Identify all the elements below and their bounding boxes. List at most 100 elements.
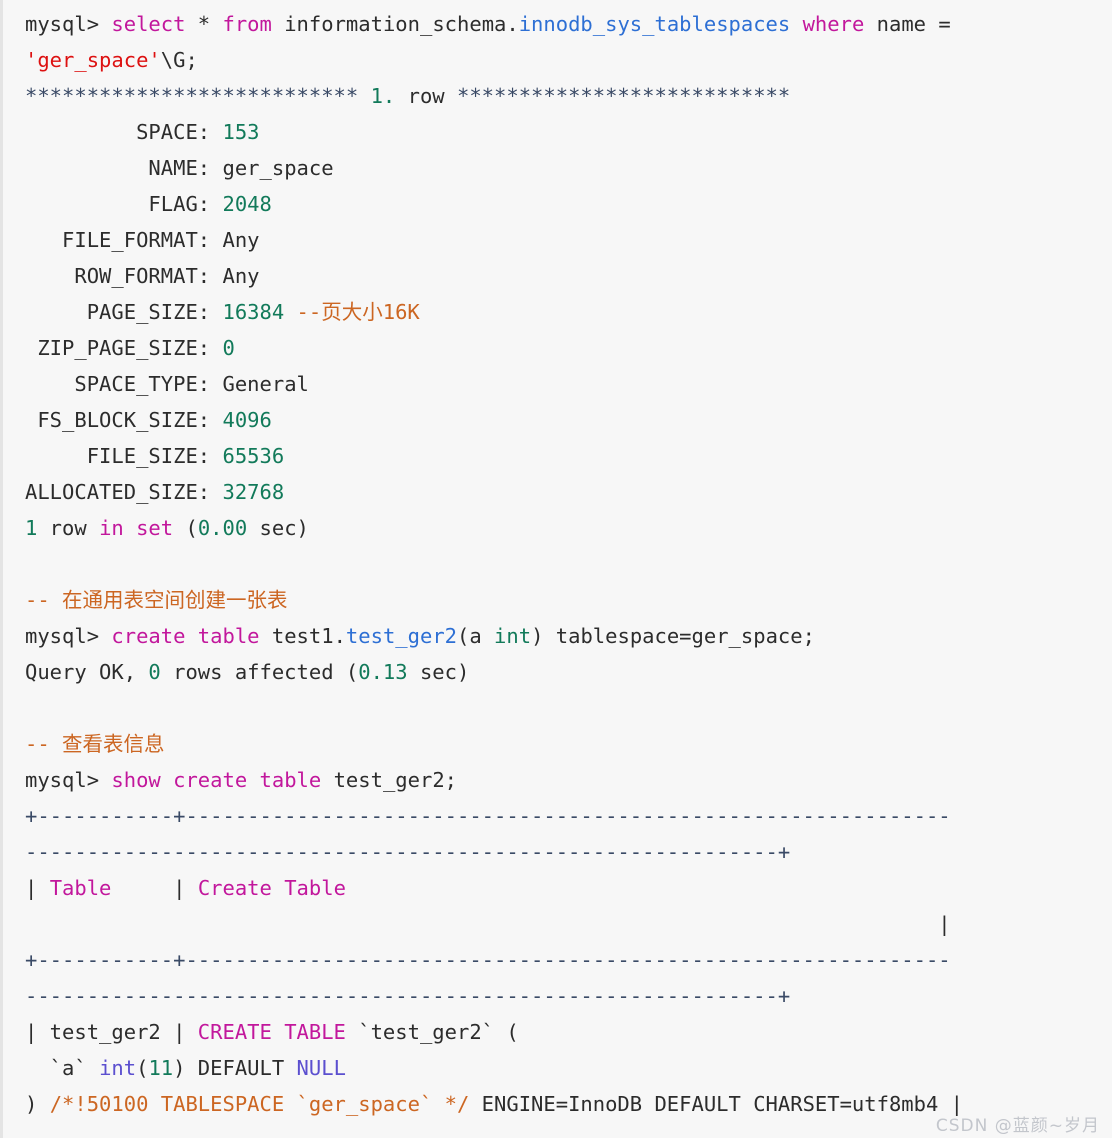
comment-create-table-in-general-tablespace: -- 在通用表空间创建一张表 [25, 582, 1112, 618]
sql-query-line-1: mysql> select * from information_schema.… [25, 6, 1112, 42]
ddl-column-name: `a` [25, 1056, 100, 1080]
field-row-flag: FLAG: 2048 [25, 186, 1112, 222]
ascii-separator: ----------------------------------------… [25, 840, 791, 864]
comment-view-table-info: -- 查看表信息 [25, 726, 1112, 762]
row-number: 1. [370, 84, 396, 108]
ascii-separator: +-----------+---------------------------… [25, 804, 951, 828]
table-identifier: innodb_sys_tablespaces [518, 12, 791, 36]
column-type-int: int [494, 624, 532, 648]
field-label-row-format: ROW_FORMAT: [25, 264, 223, 288]
field-label-zip-page-size: ZIP_PAGE_SIZE: [25, 336, 223, 360]
mysql-terminal-output: mysql> select * from information_schema.… [0, 0, 1112, 1138]
keyword-from: from [222, 12, 272, 36]
field-row-fs-block-size: FS_BLOCK_SIZE: 4096 [25, 402, 1112, 438]
star-selector: * [185, 12, 223, 36]
prompt-label: mysql> [25, 12, 112, 36]
table-border-top-part1: +-----------+---------------------------… [25, 798, 1112, 834]
table-border-mid-part2: ----------------------------------------… [25, 978, 1112, 1014]
field-row-space-type: SPACE_TYPE: General [25, 366, 1112, 402]
keyword-where: where [802, 12, 865, 36]
field-label-file-size: FILE_SIZE: [25, 444, 223, 468]
comment-text: -- 在通用表空间创建一张表 [25, 588, 288, 612]
column-header-table: Table [49, 876, 112, 900]
field-label-allocated-size: ALLOCATED_SIZE: [25, 480, 223, 504]
inline-comment-page-size: --页大小16K [284, 300, 420, 324]
table-data-row-2: `a` int(11) DEFAULT NULL [25, 1050, 1112, 1086]
affected-rows-count: 0 [148, 660, 161, 684]
field-label-file-format: FILE_FORMAT: [25, 228, 223, 252]
keyword-select: select [111, 12, 186, 36]
table-border-top-part2: ----------------------------------------… [25, 834, 1112, 870]
prompt-label: mysql> [25, 768, 112, 792]
sec-suffix: sec) [407, 660, 470, 684]
column-header-create-table: Create Table [197, 876, 346, 900]
field-row-zip-page-size: ZIP_PAGE_SIZE: 0 [25, 330, 1112, 366]
sql-create-table-command: mysql> create table test1.test_ger2(a in… [25, 618, 1112, 654]
prompt-label: mysql> [25, 624, 112, 648]
ddl-default-label: ) DEFAULT [173, 1056, 297, 1080]
elapsed-seconds: 0.13 [358, 660, 408, 684]
ddl-column-length: 11 [148, 1056, 174, 1080]
ddl-table-identifier: `test_ger2` ( [345, 1020, 519, 1044]
ddl-column-type: int [99, 1056, 137, 1080]
table-header-row-wrap: | [25, 906, 1112, 942]
field-label-page-size: PAGE_SIZE: [25, 300, 223, 324]
ddl-engine-charset: ENGINE=InnoDB DEFAULT CHARSET=utf8mb4 | [469, 1092, 964, 1116]
field-value-file-format: Any [222, 228, 260, 252]
field-value-row-format: Any [222, 264, 260, 288]
rows-affected-label: rows affected ( [160, 660, 359, 684]
cell-pipe: | [25, 876, 50, 900]
field-row-file-size: FILE_SIZE: 65536 [25, 438, 1112, 474]
string-literal-ger-space: 'ger_space' [25, 48, 161, 72]
keyword-show-create-table: show create table [111, 768, 322, 792]
field-value-file-size: 65536 [222, 444, 285, 468]
sec-suffix: sec) [247, 516, 309, 540]
database-prefix: test1. [259, 624, 346, 648]
where-column: name = [864, 12, 951, 36]
schema-name: information_schema. [271, 12, 519, 36]
field-row-allocated-size: ALLOCATED_SIZE: 32768 [25, 474, 1112, 510]
row-count: 1 [25, 516, 38, 540]
target-table-name: test_ger2; [321, 768, 457, 792]
field-value-fs-block-size: 4096 [222, 408, 272, 432]
sql-query-line-2: 'ger_space'\G; [25, 42, 1112, 78]
field-label-space-type: SPACE_TYPE: [25, 372, 223, 396]
field-row-name: NAME: ger_space [25, 150, 1112, 186]
new-table-identifier: test_ger2 [345, 624, 458, 648]
asterisk-run-right: *************************** [456, 84, 791, 108]
field-label-fs-block-size: FS_BLOCK_SIZE: [25, 408, 223, 432]
keyword-create-table: create table [111, 624, 260, 648]
ddl-tablespace-directive: /*!50100 TABLESPACE `ger_space` */ [49, 1092, 470, 1116]
field-label-flag: FLAG: [25, 192, 223, 216]
cell-pipe: | [111, 876, 198, 900]
ddl-default-null: NULL [296, 1056, 346, 1080]
result-summary-line: 1 row in set (0.00 sec) [25, 510, 1112, 546]
keyword-create-table-ddl: CREATE TABLE [197, 1020, 346, 1044]
query-ok-prefix: Query OK, [25, 660, 149, 684]
paren-open: ( [136, 1056, 149, 1080]
field-value-space: 153 [222, 120, 260, 144]
field-value-allocated-size: 32768 [222, 480, 285, 504]
field-row-row-format: ROW_FORMAT: Any [25, 258, 1112, 294]
field-row-file-format: FILE_FORMAT: Any [25, 222, 1112, 258]
field-label-space: SPACE: [25, 120, 223, 144]
row-label: row [395, 84, 457, 108]
elapsed-seconds: 0.00 [197, 516, 248, 540]
table-data-row-1: | test_ger2 | CREATE TABLE `test_ger2` ( [25, 1014, 1112, 1050]
field-row-page-size: PAGE_SIZE: 16384 --页大小16K [25, 294, 1112, 330]
table-header-row: | Table | Create Table [25, 870, 1112, 906]
field-value-space-type: General [222, 372, 309, 396]
field-value-zip-page-size: 0 [222, 336, 235, 360]
row-separator-header: *************************** 1. row *****… [25, 78, 1112, 114]
ascii-separator: +-----------+---------------------------… [25, 948, 951, 972]
tablespace-clause: ) tablespace=ger_space; [531, 624, 815, 648]
keyword-in-set: in set [99, 516, 174, 540]
ascii-separator: ----------------------------------------… [25, 984, 791, 1008]
asterisk-run-left: *************************** [25, 84, 371, 108]
field-row-space: SPACE: 153 [25, 114, 1112, 150]
field-value-page-size: 16384 [222, 300, 285, 324]
open-paren: ( [173, 516, 198, 540]
